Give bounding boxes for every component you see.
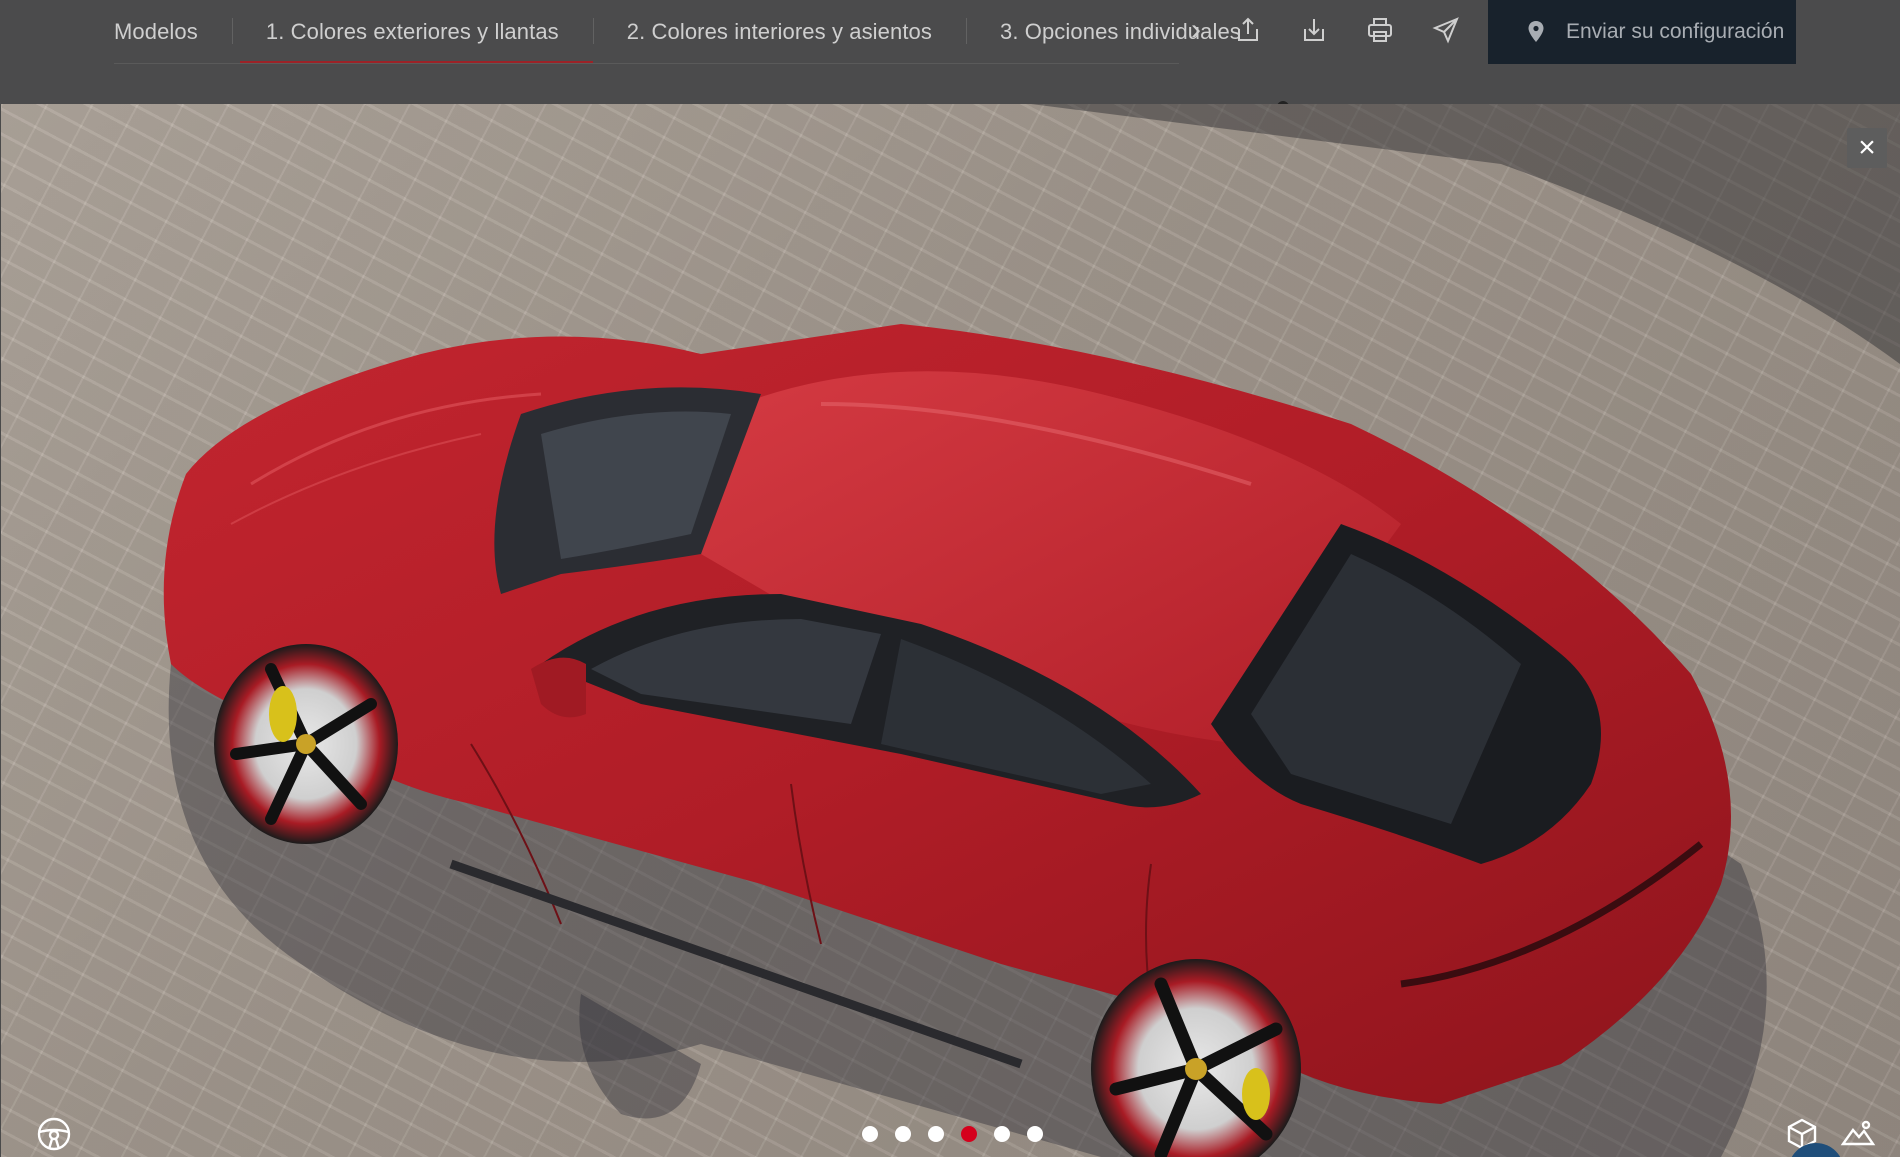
slide-dot[interactable] xyxy=(862,1126,878,1142)
send-icon[interactable] xyxy=(1428,12,1464,48)
car-image-viewer[interactable] xyxy=(1,104,1900,1157)
tab-modelos[interactable]: Modelos xyxy=(114,0,232,64)
tab-exterior-colors[interactable]: 1. Colores exteriores y llantas xyxy=(231,0,593,64)
slide-dot[interactable] xyxy=(928,1126,944,1142)
share-icon[interactable] xyxy=(1230,12,1266,48)
car-render-image xyxy=(163,104,1900,1157)
chevron-right-icon[interactable]: › xyxy=(1180,10,1212,50)
tabs-divider xyxy=(114,63,1179,64)
config-steps-tabs: Modelos 1. Colores exteriores y llantas … xyxy=(114,0,1275,64)
close-icon: × xyxy=(1858,131,1876,164)
tab-interior-colors[interactable]: 2. Colores interiores y asientos xyxy=(592,0,966,64)
print-icon[interactable] xyxy=(1362,12,1398,48)
slide-dot[interactable] xyxy=(1027,1126,1043,1142)
close-viewer-button[interactable]: × xyxy=(1847,128,1887,168)
tab-label: 2. Colores interiores y asientos xyxy=(626,19,932,44)
map-pin-icon xyxy=(1528,21,1544,42)
tab-label: 1. Colores exteriores y llantas xyxy=(265,19,559,44)
download-icon[interactable] xyxy=(1296,12,1332,48)
send-configuration-label: Enviar su configuración xyxy=(1566,20,1785,43)
slide-dot[interactable] xyxy=(994,1126,1010,1142)
tab-label: Modelos xyxy=(114,19,198,44)
send-configuration-button[interactable]: Enviar su configuración xyxy=(1488,0,1796,64)
slide-indicators xyxy=(862,1126,1043,1142)
slide-dot[interactable] xyxy=(895,1126,911,1142)
tab-individual-options[interactable]: 3. Opciones individuales xyxy=(966,0,1275,64)
landscape-view-icon[interactable] xyxy=(1840,1116,1876,1152)
slide-dot-active[interactable] xyxy=(961,1126,977,1142)
steering-wheel-icon[interactable] xyxy=(36,1116,72,1152)
top-navigation-bar: Modelos 1. Colores exteriores y llantas … xyxy=(0,0,1900,109)
